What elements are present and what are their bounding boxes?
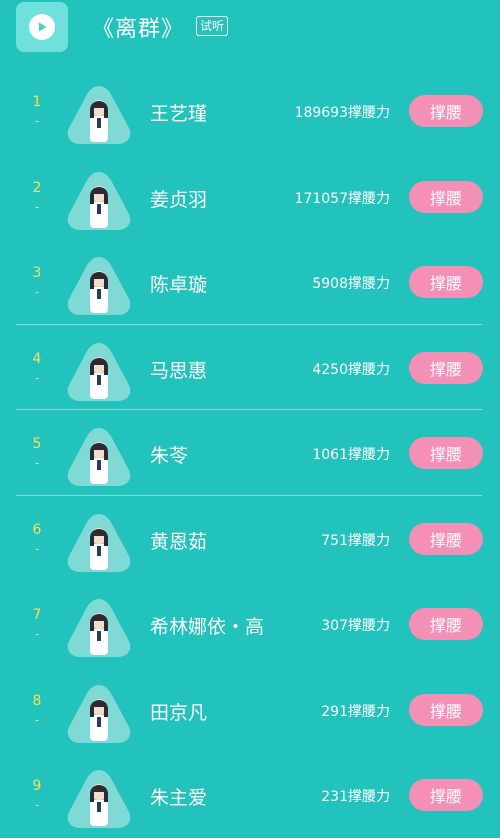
rank-number: 5 [32, 436, 42, 452]
support-button[interactable]: 撑腰 [409, 608, 483, 640]
rank-number: 7 [32, 607, 42, 623]
support-count: 189693撑腰力 [294, 105, 390, 121]
member-avatar[interactable] [66, 683, 132, 745]
rank-number: 4 [32, 350, 42, 367]
play-icon [29, 14, 55, 40]
rank-number: 9 [32, 778, 42, 794]
member-name: 王艺瑾 [150, 103, 208, 125]
rank-change: - [34, 285, 40, 299]
support-button[interactable]: 撑腰 [409, 693, 483, 726]
rank-number: 8 [32, 692, 42, 709]
list-item: 2 - 姜贞羽 171057撑腰力 撑腰 [0, 154, 500, 240]
list-item: 6 - 黄恩茹 751撑腰力 撑腰 [0, 496, 500, 582]
member-name: 黄恩茹 [150, 530, 208, 553]
support-button[interactable]: 撑腰 [409, 437, 483, 469]
support-count: 307撑腰力 [321, 618, 390, 634]
list-item: 8 - 田京凡 291撑腰力 撑腰 [0, 667, 500, 753]
member-avatar[interactable] [66, 170, 132, 232]
rank-number: 6 [32, 521, 42, 538]
support-count: 171057撑腰力 [294, 190, 390, 207]
rank-change: - [34, 541, 40, 556]
support-button[interactable]: 撑腰 [409, 779, 483, 811]
rank-change: - [34, 199, 40, 214]
list-item: 4 - 马思惠 4250撑腰力 撑腰 [0, 325, 500, 411]
member-name: 马思惠 [150, 359, 208, 382]
support-button[interactable]: 撑腰 [409, 351, 483, 384]
support-button[interactable]: 撑腰 [409, 180, 483, 213]
song-title: 《离群》 [92, 17, 185, 42]
member-avatar[interactable] [66, 512, 132, 574]
list-item: 3 - 陈卓璇 5908撑腰力 撑腰 [0, 239, 500, 325]
rank-number: 1 [32, 94, 42, 110]
play-button[interactable] [16, 2, 68, 52]
member-name: 姜贞羽 [150, 188, 208, 211]
list-item: 9 - 朱主爱 231撑腰力 撑腰 [0, 752, 500, 838]
rank-change: - [34, 798, 40, 812]
member-avatar[interactable] [66, 341, 132, 403]
member-avatar[interactable] [66, 426, 132, 488]
member-avatar[interactable] [66, 84, 132, 146]
member-name: 朱苓 [150, 445, 189, 467]
list-item: 1 - 王艺瑾 189693撑腰力 撑腰 [0, 68, 500, 154]
support-count: 231撑腰力 [321, 789, 390, 805]
header: 《离群》 试听 [0, 0, 500, 60]
member-avatar[interactable] [66, 255, 132, 317]
rank-change: - [34, 712, 40, 727]
member-name: 陈卓璇 [150, 274, 208, 296]
support-count: 1061撑腰力 [312, 447, 390, 463]
member-name: 朱主爱 [150, 787, 208, 809]
support-count: 5908撑腰力 [312, 276, 390, 292]
member-avatar[interactable] [66, 768, 132, 830]
try-listen-badge[interactable]: 试听 [196, 16, 229, 36]
list-item: 5 - 朱苓 1061撑腰力 撑腰 [0, 410, 500, 496]
support-button[interactable]: 撑腰 [409, 266, 483, 298]
rank-change: - [34, 370, 40, 385]
support-count: 291撑腰力 [321, 703, 390, 720]
rank-change: - [34, 114, 40, 128]
ranking-list: 1 - 王艺瑾 189693撑腰力 撑腰 2 - 姜贞羽 171057撑腰力 撑… [0, 68, 500, 838]
list-item: 7 - 希林娜依・高 307撑腰力 撑腰 [0, 581, 500, 667]
member-name: 希林娜依・高 [150, 616, 265, 638]
support-count: 4250撑腰力 [312, 361, 390, 378]
support-count: 751撑腰力 [321, 532, 390, 549]
member-avatar[interactable] [66, 597, 132, 659]
rank-number: 2 [32, 179, 42, 196]
member-name: 田京凡 [150, 701, 208, 724]
rank-change: - [34, 456, 40, 470]
rank-number: 3 [32, 265, 42, 281]
rank-change: - [34, 627, 40, 641]
support-button[interactable]: 撑腰 [409, 522, 483, 555]
support-button[interactable]: 撑腰 [409, 95, 483, 127]
